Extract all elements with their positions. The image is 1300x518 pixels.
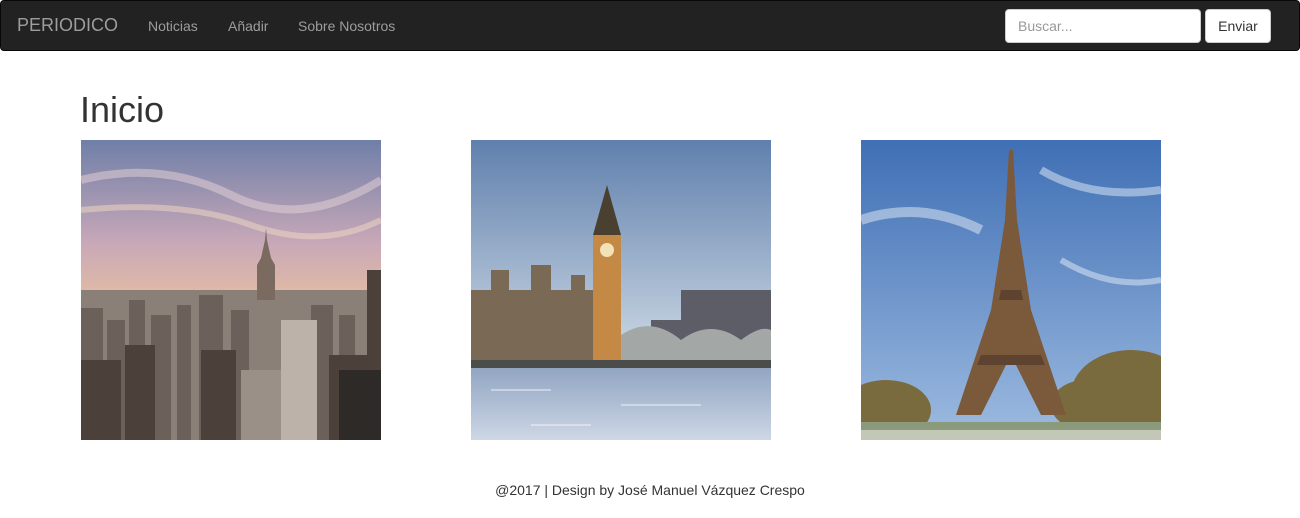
footer-text: @2017 | Design by José Manuel Vázquez Cr… — [495, 482, 805, 498]
brand-link[interactable]: PERIODICO — [17, 15, 118, 35]
nav-link-sobre-nosotros[interactable]: Sobre Nosotros — [298, 17, 395, 35]
nav-link-anadir[interactable]: Añadir — [228, 17, 268, 35]
page-title: Inicio — [80, 89, 165, 130]
submit-button[interactable]: Enviar — [1205, 9, 1271, 43]
eiffel-tower-paris-photo[interactable] — [861, 140, 1161, 440]
new-york-skyline-photo[interactable] — [81, 140, 381, 440]
nav-link-noticias[interactable]: Noticias — [148, 17, 198, 35]
big-ben-london-photo[interactable] — [471, 140, 771, 440]
footer: @2017 | Design by José Manuel Vázquez Cr… — [0, 481, 1300, 499]
search-input[interactable] — [1005, 9, 1201, 43]
top-navbar: PERIODICO Noticias Añadir Sobre Nosotros… — [0, 0, 1300, 51]
